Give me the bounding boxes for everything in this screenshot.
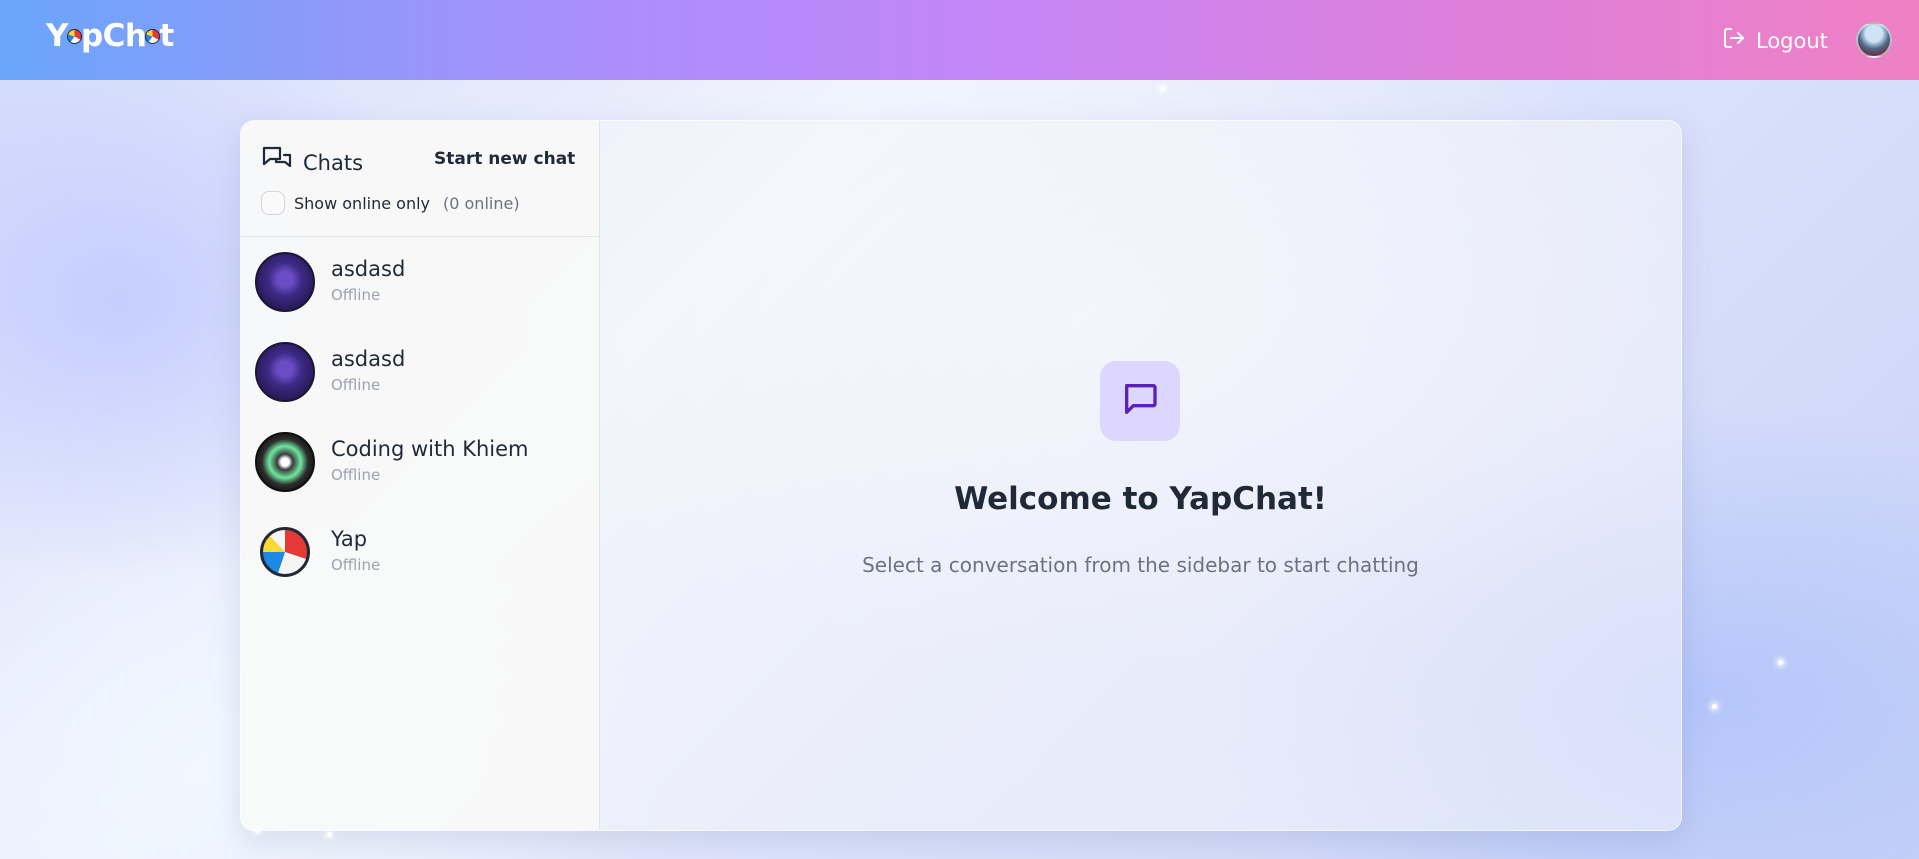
- wizard-avatar: [255, 252, 315, 312]
- logout-label: Logout: [1756, 28, 1828, 53]
- online-count: (0 online): [443, 193, 520, 213]
- sparkle-decoration: [1160, 86, 1165, 91]
- show-online-checkbox[interactable]: [261, 191, 285, 215]
- sidebar-header: Chats Start new chat Show online only (0…: [241, 121, 599, 237]
- chat-name: Yap: [331, 527, 368, 551]
- chat-name: asdasd: [331, 257, 406, 281]
- sparkle-decoration: [255, 828, 260, 833]
- chat-name: asdasd: [331, 347, 406, 371]
- chat-status: Offline: [331, 376, 381, 394]
- logo-text-pch: pCh: [80, 18, 147, 54]
- chat-list-item[interactable]: Coding with Khiem Offline: [241, 429, 599, 519]
- coding-avatar: [255, 432, 315, 492]
- app-logo[interactable]: YpCh t: [46, 18, 174, 54]
- message-tile: [1100, 361, 1180, 441]
- welcome-title: Welcome to YapChat!: [954, 481, 1327, 517]
- online-filter: Show online only (0 online): [261, 191, 520, 215]
- user-avatar[interactable]: [1856, 22, 1892, 58]
- sparkle-decoration: [327, 832, 332, 837]
- chat-status: Offline: [331, 556, 381, 574]
- beach-ball-avatar: [260, 527, 310, 577]
- chats-icon: [261, 145, 293, 180]
- top-navbar: YpCh t Logout: [0, 0, 1919, 80]
- show-online-label[interactable]: Show online only: [294, 194, 430, 213]
- logout-icon: [1722, 26, 1746, 55]
- logo-text-y: Y: [46, 18, 68, 54]
- beach-ball-icon: [66, 29, 82, 44]
- sparkle-decoration: [1712, 704, 1717, 709]
- chat-name: Coding with Khiem: [331, 437, 529, 461]
- welcome-subtitle: Select a conversation from the sidebar t…: [862, 553, 1419, 577]
- chat-list-item[interactable]: asdasd Offline: [241, 249, 599, 339]
- start-new-chat-button[interactable]: Start new chat: [434, 149, 575, 169]
- chat-panel: Chats Start new chat Show online only (0…: [240, 120, 1682, 831]
- chat-list-item[interactable]: Yap Offline: [241, 519, 599, 609]
- chats-label: Chats: [303, 150, 364, 175]
- sidebar-title: Chats: [261, 145, 363, 180]
- logo-text-t: t: [159, 18, 174, 54]
- chat-status: Offline: [331, 286, 381, 304]
- chat-status: Offline: [331, 466, 381, 484]
- wizard-avatar: [255, 342, 315, 402]
- logout-button[interactable]: Logout: [1722, 26, 1828, 55]
- chat-sidebar: Chats Start new chat Show online only (0…: [241, 121, 600, 830]
- message-bubble-icon: [1120, 379, 1160, 423]
- chat-list: asdasd Offline asdasd Offline Coding wit…: [241, 249, 599, 609]
- sparkle-decoration: [1778, 660, 1783, 665]
- chat-list-item[interactable]: asdasd Offline: [241, 339, 599, 429]
- welcome-area: Welcome to YapChat! Select a conversatio…: [600, 121, 1681, 830]
